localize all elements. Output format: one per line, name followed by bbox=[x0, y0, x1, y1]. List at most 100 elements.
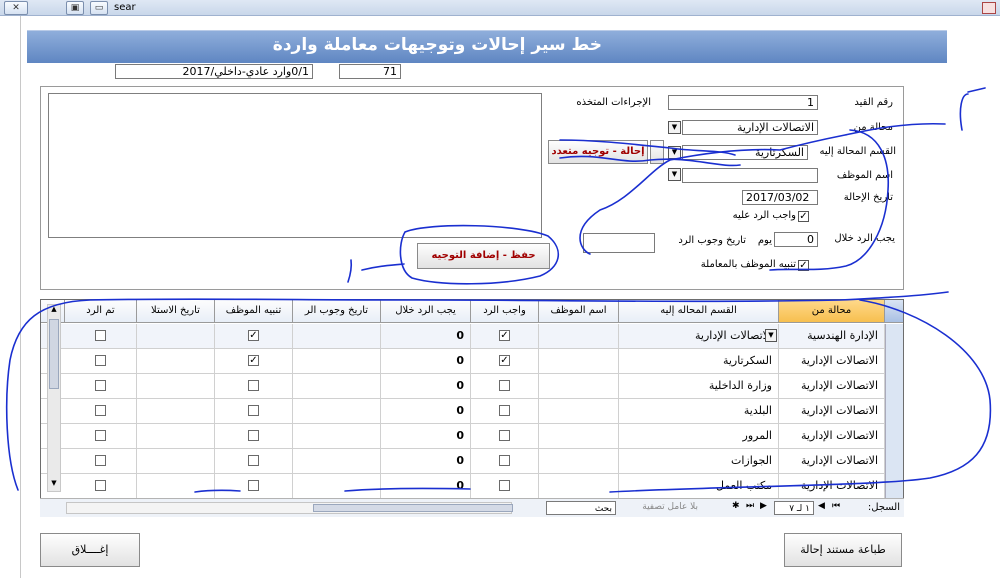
cell-reply-required[interactable] bbox=[471, 449, 539, 474]
col-within[interactable]: يجب الرد خلال bbox=[381, 300, 471, 323]
employee-select[interactable] bbox=[682, 168, 818, 183]
row-selector[interactable] bbox=[885, 399, 903, 424]
cell-reply-date[interactable] bbox=[293, 399, 381, 424]
cell-checkbox[interactable] bbox=[248, 455, 259, 466]
row-selector[interactable] bbox=[885, 349, 903, 374]
row-selector[interactable] bbox=[885, 474, 903, 499]
cell-employee[interactable] bbox=[539, 449, 619, 474]
cell-reply-required[interactable] bbox=[471, 474, 539, 499]
cell-employee[interactable] bbox=[539, 474, 619, 499]
col-from[interactable]: محالة من bbox=[779, 300, 885, 323]
cell-notify[interactable] bbox=[215, 399, 293, 424]
cell-notify[interactable] bbox=[215, 374, 293, 399]
cell-within[interactable]: 0 bbox=[381, 449, 471, 474]
search-box[interactable]: بحث bbox=[546, 501, 616, 515]
cell-reply-date[interactable] bbox=[293, 374, 381, 399]
cell-checkbox[interactable] bbox=[95, 405, 106, 416]
h-scroll-thumb[interactable] bbox=[313, 504, 513, 512]
prev-record-icon[interactable]: ◀ bbox=[818, 501, 828, 511]
col-employee[interactable]: اسم الموظف bbox=[539, 300, 619, 323]
cell-replied[interactable] bbox=[65, 474, 137, 499]
row-selector[interactable] bbox=[885, 424, 903, 449]
cell-employee[interactable] bbox=[539, 324, 619, 349]
minimize-icon[interactable]: ▭ bbox=[90, 1, 108, 15]
cell-replied[interactable] bbox=[65, 449, 137, 474]
cell-reply-date[interactable] bbox=[293, 349, 381, 374]
cell-checkbox[interactable] bbox=[248, 405, 259, 416]
cell-employee[interactable] bbox=[539, 349, 619, 374]
cell-dept[interactable]: الجوازات bbox=[619, 449, 779, 474]
cell-from[interactable]: الإدارة الهندسية bbox=[779, 324, 885, 349]
horizontal-scrollbar[interactable] bbox=[66, 502, 513, 514]
cell-received[interactable] bbox=[137, 349, 215, 374]
vertical-scrollbar[interactable]: ▲ ▼ bbox=[47, 304, 61, 492]
table-row[interactable]: 0 البلدية الاتصالات الإدارية bbox=[41, 399, 903, 424]
table-row[interactable]: 0 وزارة الداخلية الاتصالات الإدارية bbox=[41, 374, 903, 399]
cell-reply-date[interactable] bbox=[293, 324, 381, 349]
cell-notify[interactable]: ✓ bbox=[215, 349, 293, 374]
cell-checkbox[interactable] bbox=[248, 380, 259, 391]
cell-reply-required[interactable] bbox=[471, 399, 539, 424]
last-record-icon[interactable]: ⏭ bbox=[746, 501, 756, 511]
table-row[interactable]: ✓ 0 ✓ الاتصالات الإدارية الإدارة الهندسية ▼ bbox=[41, 324, 903, 349]
cell-checkbox[interactable] bbox=[95, 455, 106, 466]
col-notify[interactable]: تنبيه الموظف bbox=[215, 300, 293, 323]
cell-employee[interactable] bbox=[539, 374, 619, 399]
cell-from[interactable]: الاتصالات الإدارية bbox=[779, 424, 885, 449]
cell-reply-required[interactable]: ✓ bbox=[471, 324, 539, 349]
restore-icon[interactable]: ▣ bbox=[66, 1, 84, 15]
transaction-no-field[interactable]: 71 bbox=[339, 64, 401, 79]
table-row[interactable]: 0 مكتب العمل الاتصالات الإدارية bbox=[41, 474, 903, 499]
cell-checkbox[interactable]: ✓ bbox=[499, 330, 510, 341]
col-received[interactable]: تاريخ الاستلا bbox=[137, 300, 215, 323]
grid-icon[interactable] bbox=[982, 2, 996, 14]
row-selector[interactable] bbox=[885, 374, 903, 399]
dept-dropdown-icon[interactable]: ▼ bbox=[668, 146, 681, 159]
cell-dept[interactable]: المرور bbox=[619, 424, 779, 449]
entry-no-field[interactable]: 1 bbox=[668, 95, 818, 110]
cell-employee[interactable] bbox=[539, 424, 619, 449]
dept-cell-dropdown-icon[interactable]: ▼ bbox=[765, 329, 777, 342]
reply-within-field[interactable]: 0 bbox=[774, 232, 818, 247]
cell-checkbox[interactable] bbox=[499, 380, 510, 391]
scroll-down-icon[interactable]: ▼ bbox=[48, 479, 60, 491]
cell-checkbox[interactable]: ✓ bbox=[248, 355, 259, 366]
cell-from[interactable]: الاتصالات الإدارية bbox=[779, 449, 885, 474]
print-referral-button[interactable]: طباعة مستند إحالة bbox=[784, 533, 902, 567]
cell-checkbox[interactable] bbox=[95, 355, 106, 366]
multi-referral-button[interactable]: إحالة - توجيه متعدد bbox=[548, 140, 648, 164]
cell-from[interactable]: الاتصالات الإدارية bbox=[779, 349, 885, 374]
date-field[interactable]: 2017/03/02 bbox=[742, 190, 818, 205]
cell-checkbox[interactable] bbox=[499, 430, 510, 441]
cell-reply-required[interactable] bbox=[471, 374, 539, 399]
cell-from[interactable]: الاتصالات الإدارية bbox=[779, 474, 885, 499]
cell-within[interactable]: 0 bbox=[381, 474, 471, 499]
cell-within[interactable]: 0 bbox=[381, 424, 471, 449]
dept-select[interactable]: السكرتارية bbox=[682, 145, 808, 160]
cell-employee[interactable] bbox=[539, 399, 619, 424]
cell-replied[interactable] bbox=[65, 374, 137, 399]
cell-within[interactable]: 0 bbox=[381, 399, 471, 424]
cell-checkbox[interactable] bbox=[499, 480, 510, 491]
cell-from[interactable]: الاتصالات الإدارية bbox=[779, 374, 885, 399]
referred-from-dropdown-icon[interactable]: ▼ bbox=[668, 121, 681, 134]
cell-reply-required[interactable]: ✓ bbox=[471, 349, 539, 374]
transaction-ref-field[interactable]: 0/1وارد عادي-داخلي/2017 bbox=[115, 64, 313, 79]
cell-dept[interactable]: البلدية bbox=[619, 399, 779, 424]
first-record-icon[interactable]: ⏮ bbox=[832, 501, 842, 511]
cell-checkbox[interactable] bbox=[95, 430, 106, 441]
employee-dropdown-icon[interactable]: ▼ bbox=[668, 168, 681, 181]
cell-received[interactable] bbox=[137, 424, 215, 449]
cell-checkbox[interactable] bbox=[499, 405, 510, 416]
cell-reply-date[interactable] bbox=[293, 424, 381, 449]
cell-received[interactable] bbox=[137, 399, 215, 424]
no-filter-label[interactable]: بلا عامل تصفية bbox=[618, 502, 698, 512]
next-record-icon[interactable]: ▶ bbox=[760, 501, 770, 511]
cell-checkbox[interactable] bbox=[248, 430, 259, 441]
cell-replied[interactable] bbox=[65, 424, 137, 449]
cell-notify[interactable] bbox=[215, 449, 293, 474]
cell-received[interactable] bbox=[137, 474, 215, 499]
cell-checkbox[interactable]: ✓ bbox=[499, 355, 510, 366]
cell-replied[interactable] bbox=[65, 324, 137, 349]
cell-reply-required[interactable] bbox=[471, 424, 539, 449]
